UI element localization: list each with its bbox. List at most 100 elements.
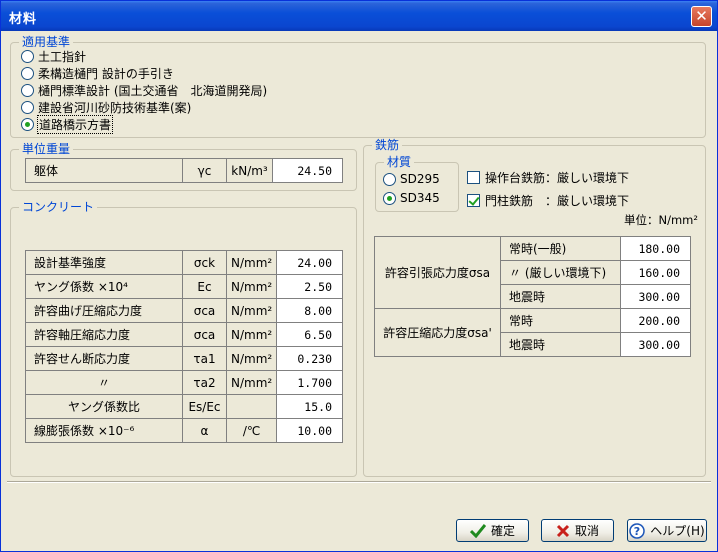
radio-icon[interactable] (21, 100, 34, 114)
radio-icon[interactable] (21, 49, 34, 63)
title-bar[interactable]: 材料 ✕ (1, 1, 717, 31)
table-row: 許容曲げ圧縮応力度 σca N/mm² 8.00 (25, 298, 343, 323)
help-icon: ? (629, 522, 646, 539)
table-row: 〃 τa2 N/mm² 1.700 (25, 370, 343, 395)
standard-option-1[interactable]: 柔構造樋門 設計の手引き (21, 65, 174, 81)
rebar-legend: 鉄筋 (372, 138, 403, 152)
concrete-value-field[interactable]: 0.230 (276, 346, 343, 371)
table-row: 躯体 γc kN/m³ 24.50 (25, 158, 343, 183)
concrete-value-field[interactable]: 10.00 (276, 418, 343, 443)
rebar-value-field[interactable]: 200.00 (620, 308, 691, 333)
table-row: ヤング係数比 Es/Ec 15.0 (25, 394, 343, 419)
compression-label: 許容圧縮応力度σsa' (374, 308, 501, 357)
standard-option-0[interactable]: 土工指針 (21, 48, 86, 64)
rebar-value-field[interactable]: 160.00 (620, 260, 691, 285)
standard-option-label: 建設省河川砂防技術基準(案) (38, 100, 192, 115)
table-row: 許容圧縮応力度σsa' 常時 200.00 (374, 308, 691, 357)
concrete-value-field[interactable]: 8.00 (276, 298, 343, 323)
standard-group: 適用基準 土工指針 柔構造樋門 設計の手引き 樋門標準設計 (国土交通省 北海道… (10, 35, 706, 138)
material-option-sd295[interactable]: SD295 (383, 171, 440, 187)
check-operation-deck-rebar[interactable]: 操作台鉄筋：厳しい環境下 (467, 169, 629, 185)
row-unit (225, 394, 278, 419)
rebar-unit-label: 単位：N/mm² (624, 213, 698, 227)
help-button-label: ヘルプ(H) (650, 524, 705, 538)
row-symbol: γc (182, 158, 227, 183)
bottom-divider (7, 481, 711, 483)
radio-selected-icon[interactable] (21, 117, 34, 131)
standard-option-3[interactable]: 建設省河川砂防技術基準(案) (21, 99, 191, 115)
table-row: ヤング係数 ×10⁴ Ec N/mm² 2.50 (25, 274, 343, 299)
checkbox-icon[interactable] (467, 170, 480, 184)
standard-option-label: 柔構造樋門 設計の手引き (38, 66, 174, 81)
check-icon (469, 523, 486, 538)
row-name: ヤング係数比 (25, 394, 183, 419)
concrete-value-field[interactable]: 2.50 (276, 274, 343, 299)
row-name: 線膨張係数 ×10⁻⁶ (25, 418, 183, 443)
row-unit: N/mm² (225, 250, 278, 275)
radio-selected-icon[interactable] (383, 191, 396, 205)
concrete-value-field[interactable]: 1.700 (276, 370, 343, 395)
unit-weight-value-field[interactable]: 24.50 (272, 158, 343, 183)
row-symbol: σca (182, 322, 227, 347)
rebar-stress-table: 許容引張応力度σsa 常時(一般) 180.00 〃 (厳しい環境下) 160.… (374, 236, 691, 357)
status-strip (7, 485, 711, 509)
row-symbol: Ec (182, 274, 227, 299)
row-case: 常時 (500, 308, 621, 333)
standard-option-4[interactable]: 道路橋示方書 (21, 114, 114, 134)
material-dialog: 材料 ✕ 適用基準 土工指針 柔構造樋門 設計の手引き 樋門標準設計 (国土交通… (0, 0, 718, 552)
row-unit: N/mm² (225, 274, 278, 299)
row-symbol: α (182, 418, 227, 443)
ok-button[interactable]: 確定 (456, 519, 529, 542)
row-unit: kN/m³ (226, 158, 273, 183)
row-case: 地震時 (500, 284, 621, 309)
close-button[interactable]: ✕ (691, 6, 712, 27)
row-symbol: σca (182, 298, 227, 323)
row-symbol: τa1 (182, 346, 227, 371)
row-name: ヤング係数 ×10⁴ (25, 274, 183, 299)
radio-icon[interactable] (383, 172, 396, 186)
row-case: 常時(一般) (500, 236, 621, 261)
row-name: 許容軸圧縮応力度 (25, 322, 183, 347)
concrete-legend: コンクリート (19, 200, 98, 214)
concrete-value-field[interactable]: 15.0 (276, 394, 343, 419)
check-gate-pillar-rebar[interactable]: 門柱鉄筋 ：厳しい環境下 (467, 192, 629, 208)
table-row: 線膨張係数 ×10⁻⁶ α /℃ 10.00 (25, 418, 343, 443)
rebar-value-field[interactable]: 180.00 (620, 236, 691, 261)
radio-icon[interactable] (21, 66, 34, 80)
row-name: 許容曲げ圧縮応力度 (25, 298, 183, 323)
rebar-value-field[interactable]: 300.00 (620, 284, 691, 309)
row-symbol: Es/Ec (182, 394, 227, 419)
svg-text:?: ? (634, 525, 640, 538)
row-name: 許容せん断応力度 (25, 346, 183, 371)
radio-icon[interactable] (21, 83, 34, 97)
row-name: 〃 (25, 370, 183, 395)
help-button[interactable]: ? ヘルプ(H) (627, 519, 707, 542)
standard-option-label: 道路橋示方書 (36, 114, 114, 134)
standard-option-label: 樋門標準設計 (国土交通省 北海道開発局) (38, 83, 268, 98)
cancel-button[interactable]: 取消 (541, 519, 614, 542)
material-group: 材質 SD295 SD345 (375, 155, 459, 212)
rebar-value-field[interactable]: 300.00 (620, 332, 691, 357)
ok-button-label: 確定 (490, 524, 515, 538)
row-name: 設計基準強度 (25, 250, 183, 275)
material-option-label: SD345 (400, 191, 440, 205)
unit-weight-legend: 単位重量 (19, 142, 74, 156)
table-row: 許容せん断応力度 τa1 N/mm² 0.230 (25, 346, 343, 371)
concrete-value-field[interactable]: 24.00 (276, 250, 343, 275)
row-case: 地震時 (500, 332, 621, 357)
cancel-button-label: 取消 (574, 524, 599, 538)
material-legend: 材質 (384, 155, 415, 169)
material-option-sd345[interactable]: SD345 (383, 190, 440, 206)
check-label: 門柱鉄筋 ：厳しい環境下 (485, 193, 630, 208)
row-unit: N/mm² (225, 298, 278, 323)
checkbox-checked-icon[interactable] (467, 193, 480, 207)
row-unit: /℃ (225, 418, 278, 443)
check-label: 操作台鉄筋：厳しい環境下 (485, 170, 630, 185)
concrete-value-field[interactable]: 6.50 (276, 322, 343, 347)
row-symbol: σck (182, 250, 227, 275)
standard-option-2[interactable]: 樋門標準設計 (国土交通省 北海道開発局) (21, 82, 267, 98)
close-icon: ✕ (695, 7, 708, 25)
row-unit: N/mm² (225, 346, 278, 371)
window-title: 材料 (9, 12, 38, 27)
unit-weight-table: 躯体 γc kN/m³ 24.50 (25, 158, 343, 183)
